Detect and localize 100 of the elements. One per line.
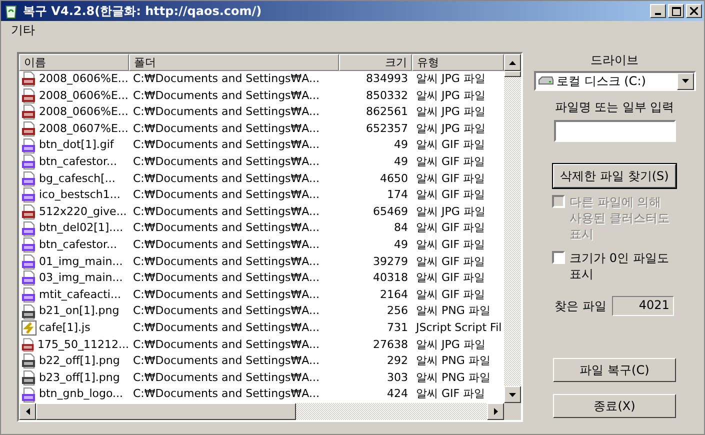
- right-arrow-icon: [494, 408, 498, 415]
- file-name: btn_cafestor...: [39, 236, 117, 253]
- maximize-icon: [672, 6, 680, 16]
- type-cell-text: 알씨 GIF 파일: [415, 187, 486, 204]
- scrollbar-corner: [504, 403, 521, 420]
- left-arrow-icon: [26, 408, 30, 415]
- folder-cell-text: C:₩Documents and Settings₩A...: [132, 120, 320, 137]
- maximize-button[interactable]: [668, 4, 684, 18]
- folder-cell-text: C:₩Documents and Settings₩A...: [132, 88, 320, 104]
- type-cell-text: 알씨 JPG 파일: [415, 71, 486, 87]
- down-arrow-icon: [509, 392, 516, 396]
- type-cell-text: 알씨 JPG 파일: [415, 204, 486, 220]
- file-name: cafe[1].js: [39, 320, 90, 336]
- file-icon: [21, 304, 37, 320]
- type-cell-text: 알씨 GIF 파일: [415, 254, 486, 270]
- file-icon: [21, 386, 37, 403]
- action-button[interactable]: 파일 복구(C): [553, 358, 676, 382]
- folder-cell-text: C:₩Documents and Settings₩A...: [132, 137, 320, 154]
- drive-dropdown[interactable]: 로컬 디스크 (C:): [534, 71, 696, 91]
- file-name: b21_on[1].png: [39, 303, 120, 320]
- script-icon: [21, 320, 37, 336]
- menu-item[interactable]: 기타: [7, 22, 39, 38]
- file-name: bg_cafesch[...: [39, 170, 116, 187]
- scroll-thumb[interactable]: [36, 403, 296, 420]
- file-icon: [21, 121, 37, 138]
- folder-cell-text: C:₩Documents and Settings₩A...: [132, 353, 320, 370]
- folder-cell-text: C:₩Documents and Settings₩A...: [132, 170, 320, 187]
- type-cell-text: 알씨 PNG 파일: [415, 370, 492, 386]
- size-cell-text: 174: [386, 187, 409, 204]
- folder-cell-text: C:₩Documents and Settings₩A...: [132, 154, 320, 170]
- size-cell-text: 39279: [372, 254, 409, 270]
- size-cell-text: 424: [386, 386, 409, 402]
- found-label: 찾은 파일: [554, 298, 606, 314]
- file-icon: [21, 220, 37, 237]
- file-icon: [21, 88, 37, 104]
- folder-cell-text: C:₩Documents and Settings₩A...: [132, 286, 320, 303]
- filename-field[interactable]: [554, 120, 676, 142]
- checkbox-label: 다른 파일에 의해 사용된 클러스터도 표시: [570, 194, 670, 242]
- close-icon: [690, 7, 698, 15]
- size-cell-text: 850332: [365, 88, 409, 104]
- checkbox-label: 크기가 0인 파일도 표시: [570, 250, 670, 282]
- type-cell-text: 알씨 PNG 파일: [415, 303, 492, 320]
- vertical-scrollbar[interactable]: [504, 54, 521, 403]
- type-cell-text: 알씨 JPG 파일: [415, 336, 486, 352]
- file-name: btn_del02[1]....: [39, 220, 124, 236]
- file-icon: [21, 104, 37, 120]
- type-cell-text: 알씨 GIF 파일: [415, 270, 486, 286]
- file-icon: [21, 138, 37, 154]
- file-name: 03_img_main...: [39, 270, 123, 286]
- size-cell-text: 4650: [379, 170, 409, 187]
- column-header[interactable]: 이름: [19, 54, 129, 71]
- minimize-button[interactable]: [650, 4, 666, 18]
- folder-cell-text: C:₩Documents and Settings₩A...: [132, 386, 320, 402]
- folder-cell-text: C:₩Documents and Settings₩A...: [132, 220, 320, 236]
- file-name: 175_50_11212...: [38, 336, 129, 353]
- file-icon: [21, 237, 37, 254]
- file-name: 2008_0606%E...: [39, 88, 128, 104]
- size-cell-text: 256: [386, 303, 409, 320]
- file-icon: [21, 270, 37, 286]
- file-name: mtit_cafeacti...: [39, 286, 121, 303]
- folder-cell-text: C:₩Documents and Settings₩A...: [132, 236, 320, 253]
- close-button[interactable]: [686, 4, 702, 18]
- search-button[interactable]: 삭제한 파일 찾기(S): [553, 164, 676, 188]
- size-cell-text: 65469: [372, 204, 409, 220]
- disk-drive-icon: [538, 76, 554, 86]
- file-name: b22_off[1].png: [39, 353, 120, 370]
- file-icon: [21, 254, 37, 270]
- size-cell-text: 49: [393, 154, 409, 170]
- folder-cell-text: C:₩Documents and Settings₩A...: [132, 71, 320, 87]
- recycle-bin-icon: [3, 3, 19, 19]
- file-name: 2008_0607%E...: [39, 120, 128, 137]
- file-icon: [21, 154, 37, 170]
- file-icon: [21, 336, 36, 353]
- dropdown-arrow-icon: [682, 79, 688, 83]
- folder-cell-text: C:₩Documents and Settings₩A...: [132, 104, 320, 120]
- column-header[interactable]: 크기: [339, 54, 412, 71]
- folder-cell-text: C:₩Documents and Settings₩A...: [132, 270, 320, 286]
- file-icon: [21, 287, 37, 304]
- file-icon: [21, 170, 37, 187]
- file-name: btn_cafestor...: [39, 154, 117, 170]
- scroll-thumb[interactable]: [504, 71, 521, 77]
- type-cell-text: 알씨 GIF 파일: [415, 220, 486, 236]
- folder-cell-text: C:₩Documents and Settings₩A...: [132, 187, 320, 204]
- column-header[interactable]: 유형: [412, 54, 504, 71]
- file-name: 2008_0606%E...: [39, 104, 128, 120]
- type-cell-text: 알씨 GIF 파일: [415, 154, 486, 170]
- file-icon: [21, 187, 37, 204]
- type-cell-text: 알씨 GIF 파일: [415, 286, 486, 303]
- size-cell-text: 49: [393, 137, 409, 154]
- folder-cell-text: C:₩Documents and Settings₩A...: [132, 336, 320, 352]
- file-name: ico_bestsch1...: [39, 187, 120, 204]
- file-name: b23_off[1].png: [39, 370, 120, 386]
- size-cell-text: 834993: [365, 71, 409, 87]
- type-cell-text: 알씨 JPG 파일: [415, 88, 486, 104]
- column-header[interactable]: 폴더: [129, 54, 339, 71]
- folder-cell-text: C:₩Documents and Settings₩A...: [132, 303, 320, 320]
- horizontal-scrollbar[interactable]: [19, 403, 504, 420]
- file-name: 2008_0606%E...: [39, 71, 128, 87]
- action-button[interactable]: 종료(X): [553, 394, 676, 418]
- checkbox[interactable]: [552, 251, 564, 264]
